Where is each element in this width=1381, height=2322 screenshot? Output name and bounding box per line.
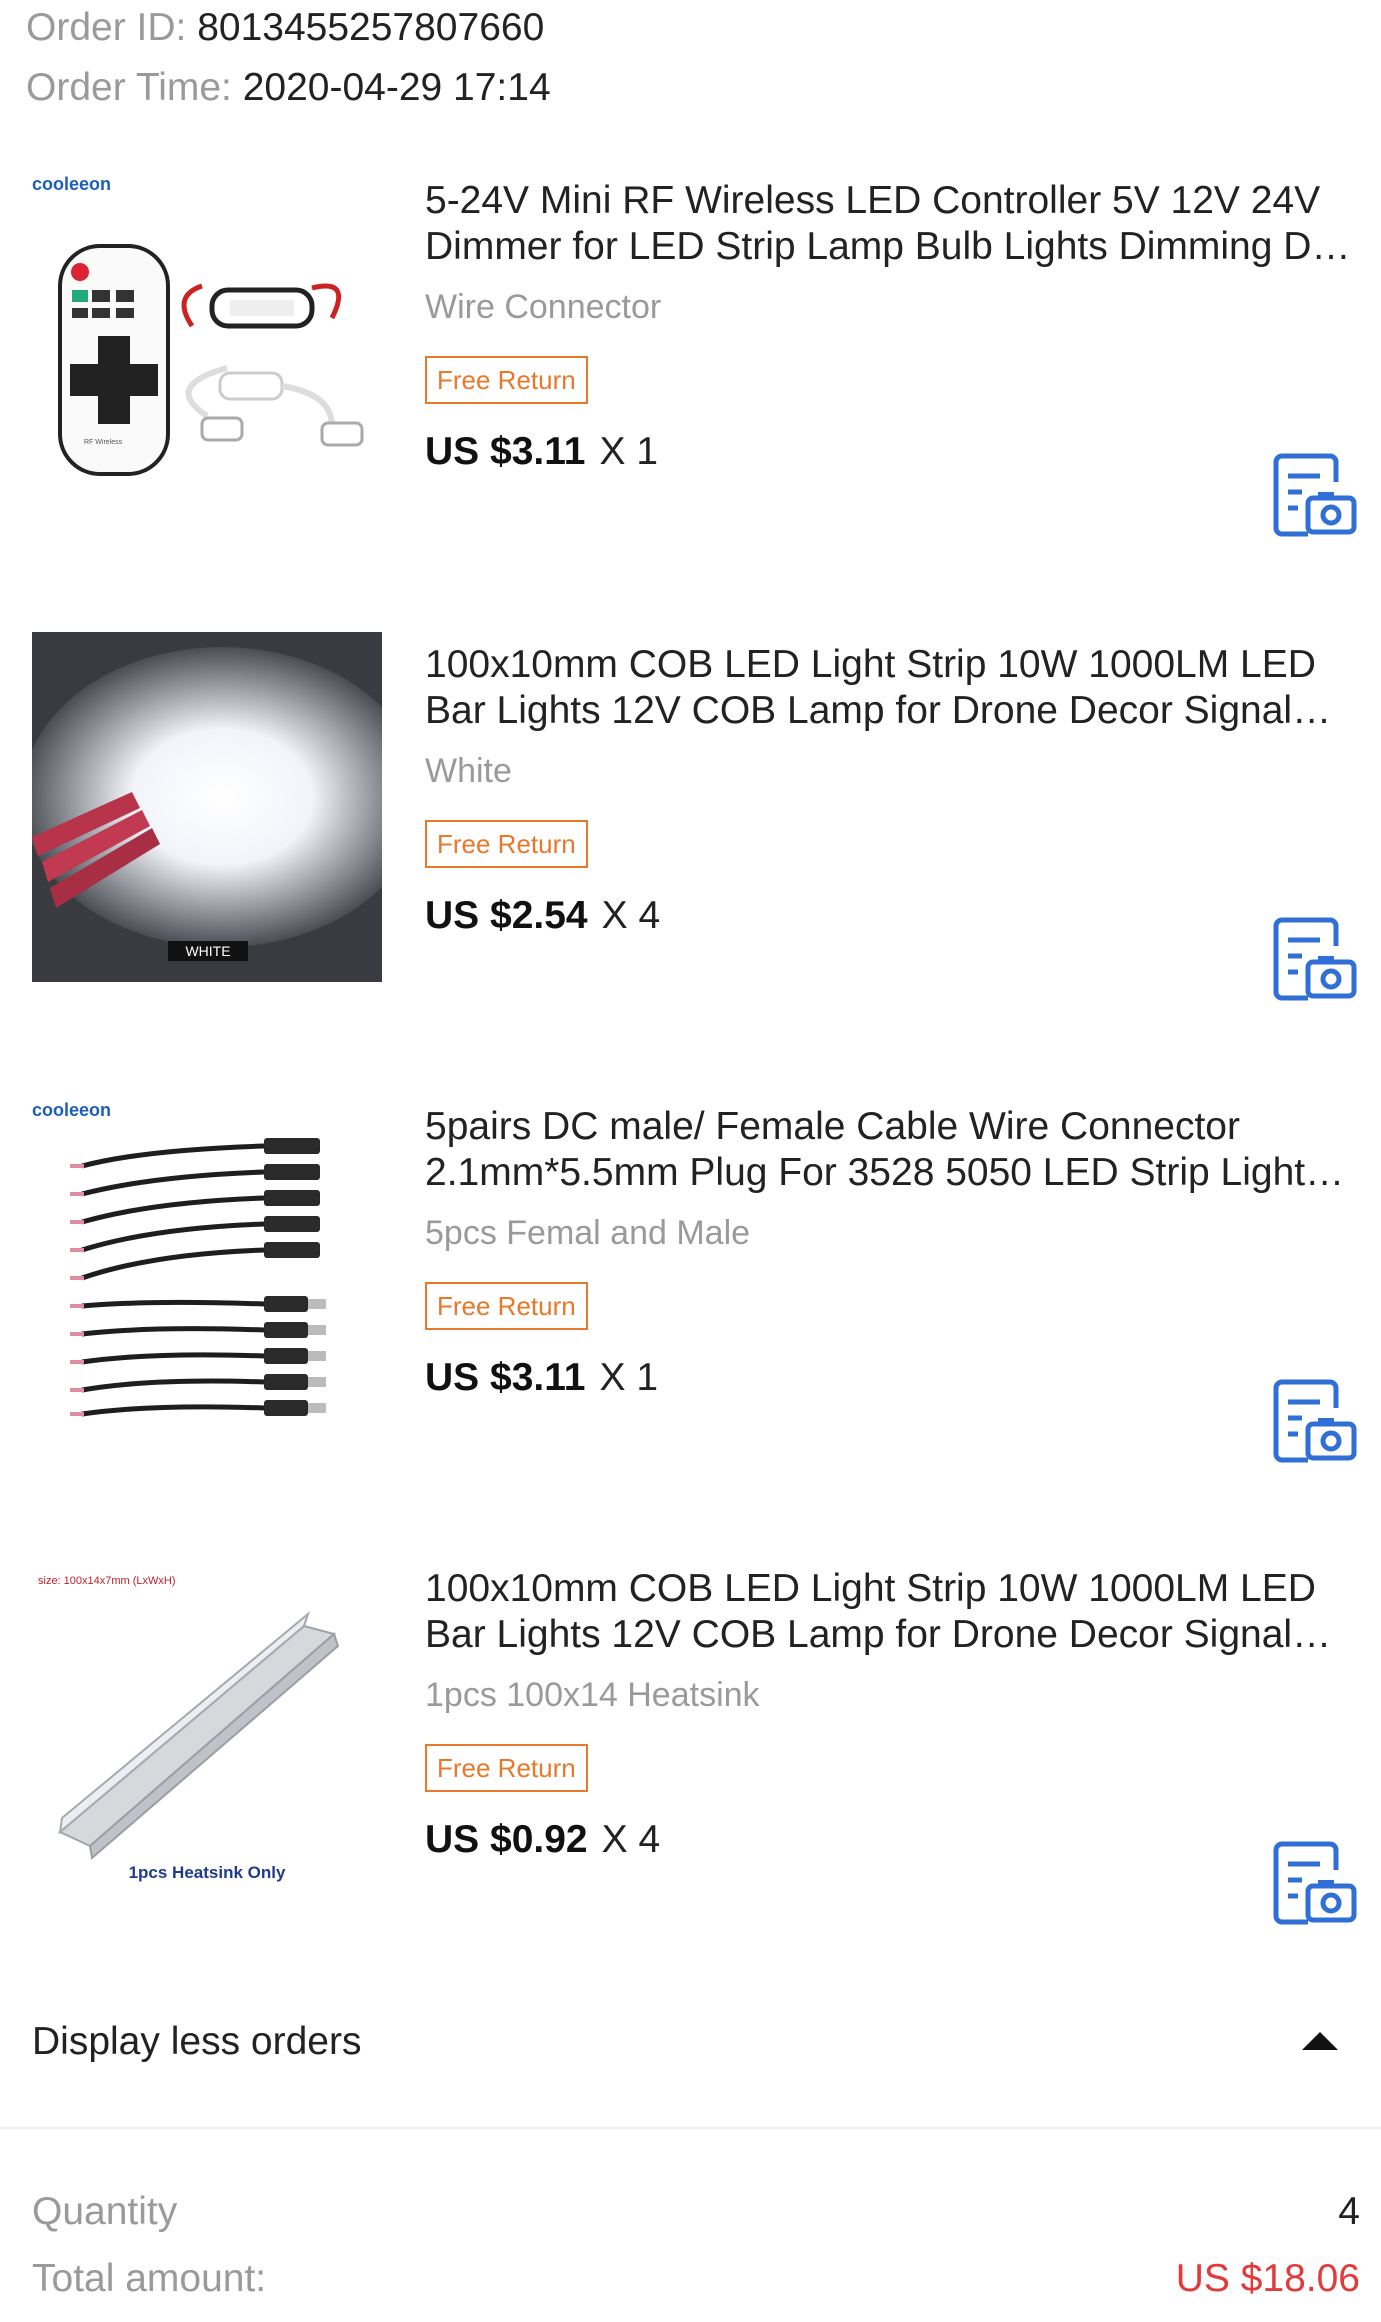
unit-price: US $3.11 [425,430,586,473]
price-line: US $3.11 X 1 [425,1356,658,1400]
quantity-value: 4 [1338,2190,1360,2233]
price-line: US $2.54 X 4 [425,894,660,938]
product-image[interactable]: cooleeon RF Wireless [32,168,382,518]
order-time-value: 2020-04-29 17:14 [242,66,551,109]
free-return-badge: Free Return [425,820,588,868]
product-title[interactable]: 5pairs DC male/ Female Cable Wire Connec… [425,1104,1360,1196]
product-variant: Wire Connector [425,288,662,326]
free-return-badge: Free Return [425,1744,588,1792]
product-variant: 1pcs 100x14 Heatsink [425,1676,760,1714]
product-image[interactable]: cooleeon [32,1094,382,1444]
product-variant: White [425,752,512,790]
svg-text:1pcs Heatsink Only: 1pcs Heatsink Only [129,1863,286,1882]
order-time: Order Time: 2020-04-29 17:14 [26,68,551,107]
photo-review-icon [1273,917,1357,1001]
display-less-orders-toggle[interactable]: Display less orders [0,1990,1381,2100]
product-title[interactable]: 100x10mm COB LED Light Strip 10W 1000LM … [425,642,1360,734]
item-quantity: X 4 [601,1818,661,1861]
unit-price: US $3.11 [425,1356,586,1399]
svg-text:size: 100x14x7mm (LxWxH): size: 100x14x7mm (LxWxH) [38,1575,176,1587]
total-amount-label: Total amount: [32,2257,267,2300]
order-id: Order ID: 8013455257807660 [26,8,544,47]
photo-review-icon [1273,1841,1357,1925]
total-amount-row: Total amount: US $18.06 [32,2257,1360,2301]
unit-price: US $2.54 [425,894,588,937]
order-item[interactable]: WHITE 100x10mm COB LED Light Strip 10W 1… [0,632,1381,1012]
display-less-label: Display less orders [32,2020,362,2063]
price-line: US $0.92 X 4 [425,1818,660,1862]
item-quantity: X 4 [601,894,661,937]
price-line: US $3.11 X 1 [425,430,658,474]
free-return-badge: Free Return [425,356,588,404]
brand-logo: cooleeon [32,174,111,194]
photo-review-button[interactable] [1272,914,1360,1002]
total-amount-value: US $18.06 [1175,2257,1360,2300]
product-variant: 5pcs Femal and Male [425,1214,751,1252]
unit-price: US $0.92 [425,1818,588,1861]
order-id-value: 8013455257807660 [197,6,545,49]
photo-review-button[interactable] [1272,1376,1360,1464]
item-quantity: X 1 [599,430,659,473]
order-id-label: Order ID: [26,6,187,49]
product-image[interactable]: size: 100x14x7mm (LxWxH) 1pcs Heatsink O… [32,1556,382,1906]
photo-review-button[interactable] [1272,450,1360,538]
brand-logo: cooleeon [32,1100,111,1120]
product-title[interactable]: 100x10mm COB LED Light Strip 10W 1000LM … [425,1566,1360,1658]
quantity-label: Quantity [32,2190,178,2233]
item-quantity: X 1 [599,1356,659,1399]
svg-text:RF Wireless: RF Wireless [84,439,123,446]
order-item[interactable]: size: 100x14x7mm (LxWxH) 1pcs Heatsink O… [0,1556,1381,1936]
product-title[interactable]: 5-24V Mini RF Wireless LED Controller 5V… [425,178,1360,270]
caret-up-icon[interactable] [1300,2030,1340,2057]
divider [0,2127,1381,2129]
free-return-badge: Free Return [425,1282,588,1330]
photo-review-button[interactable] [1272,1838,1360,1926]
order-time-label: Order Time: [26,66,232,109]
product-image[interactable]: WHITE [32,632,382,982]
quantity-row: Quantity 4 [32,2190,1360,2234]
order-item[interactable]: cooleeon RF Wireless 5-24V Mini RF Wirel… [0,168,1381,548]
photo-review-icon [1273,453,1357,537]
photo-review-icon [1273,1379,1357,1463]
order-item[interactable]: cooleeon 5pairs DC male/ Female Cable Wi… [0,1094,1381,1474]
svg-text:WHITE: WHITE [185,943,230,959]
